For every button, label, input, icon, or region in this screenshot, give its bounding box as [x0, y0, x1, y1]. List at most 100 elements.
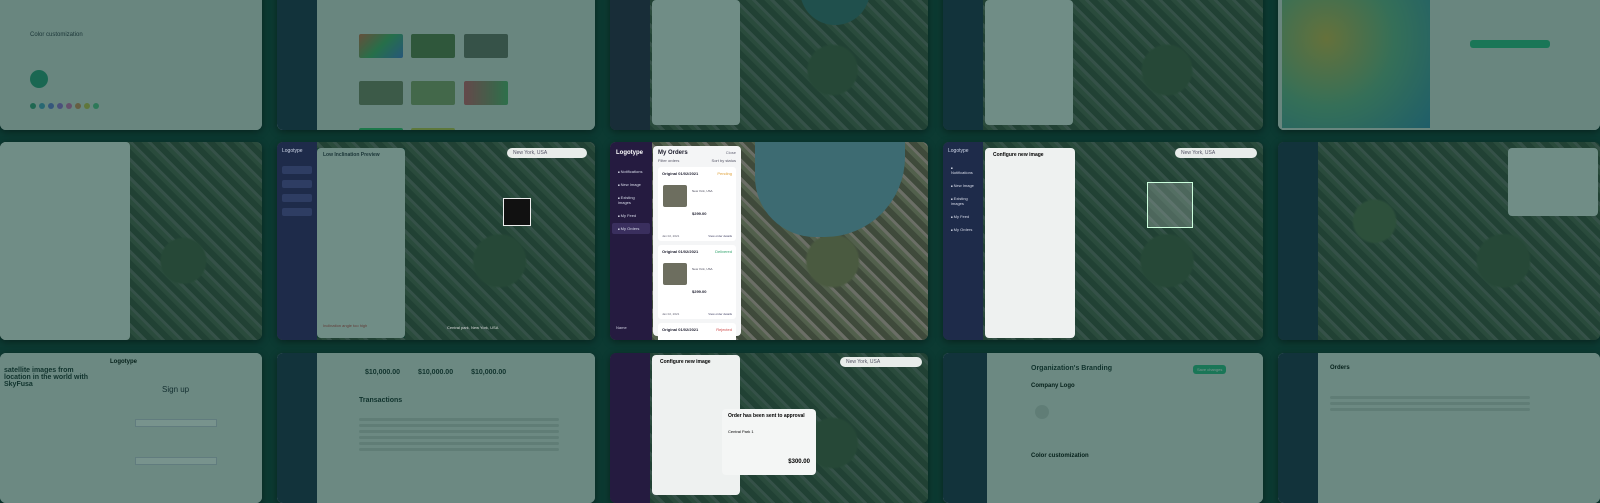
sidebar [610, 353, 650, 503]
search-input[interactable]: New York, USA [507, 148, 587, 158]
tile-signup: satellite images from location in the wo… [0, 353, 262, 503]
panel-title: Configure new image [660, 359, 711, 365]
color-customization-label: Color customization [1031, 453, 1089, 459]
transactions-table [359, 415, 559, 454]
order-card[interactable]: Original 01/02/2021 Delivered New York, US… [658, 245, 736, 319]
color-customization-label: Color customization [30, 32, 83, 38]
sort-by-status[interactable]: Sort by status [712, 158, 736, 163]
panel-title: Configure new image [993, 152, 1044, 158]
sidebar-item-my-orders[interactable]: ■ My Orders [612, 223, 650, 234]
selection-box[interactable] [503, 198, 531, 226]
search-input[interactable]: New York, USA [1175, 148, 1257, 158]
thumb[interactable] [359, 128, 403, 130]
sidebar [1278, 142, 1318, 340]
order-location: New York, USA [692, 267, 713, 271]
order-title: Original 01/02/2021 [662, 249, 699, 254]
order-date: Jan 02, 2021 [662, 234, 680, 238]
close-button[interactable]: Close [726, 150, 736, 156]
sidebar-item-label: My Orders [953, 227, 973, 232]
hero-text: satellite images from location in the wo… [4, 367, 88, 388]
view-order-details[interactable]: View order details [708, 234, 732, 238]
sidebar-item-new-image[interactable]: ■ New Image [612, 179, 650, 190]
tile-orders-list: Orders [1278, 353, 1600, 503]
color-swatch[interactable] [75, 103, 81, 109]
sidebar-item-notifications[interactable]: ■ Notifications [612, 166, 650, 177]
sidebar-item-new-image[interactable]: ■ New Image [945, 180, 981, 191]
order-thumbnail [663, 263, 687, 285]
email-field[interactable] [135, 419, 217, 427]
sidebar-item-existing-images[interactable]: ■ Existing images [945, 193, 981, 209]
save-bar[interactable] [1470, 40, 1550, 48]
save-changes-button[interactable]: Save changes [1193, 365, 1227, 374]
status-badge: Rejected [716, 327, 732, 332]
filter-orders[interactable]: Filter orders [658, 158, 679, 163]
thumb[interactable] [411, 34, 456, 58]
amount-card: $10,000.00 [365, 369, 401, 376]
tile-branding: Organization's Branding Save changes Com… [943, 353, 1263, 503]
tile-low-inclination: Logotype Low Inclination Preview Inclina… [277, 142, 595, 340]
order-price: $299.00 [692, 289, 707, 294]
color-swatch[interactable] [66, 103, 72, 109]
color-swatch[interactable] [93, 103, 99, 109]
sidebar-item-my-feed[interactable]: ■ My Feed [612, 210, 650, 221]
sidebar: Logotype ■ Notifications ■ New Image ■ Exi… [943, 142, 983, 340]
sidebar [610, 0, 650, 130]
view-order-details[interactable]: View order details [708, 312, 732, 316]
company-logo-label: Company Logo [1031, 383, 1075, 389]
config-panel [985, 0, 1073, 125]
order-thumbnail [663, 185, 687, 207]
config-panel: Configure new image [985, 148, 1075, 338]
tile-top-left: Color customization [0, 0, 262, 130]
logo-placeholder[interactable] [1035, 405, 1049, 419]
sidebar-item-my-feed[interactable]: ■ My Feed [945, 211, 981, 222]
logo-preview [30, 70, 48, 88]
thumb[interactable] [463, 81, 508, 105]
thumb[interactable] [359, 81, 403, 105]
status-badge: Pending [717, 171, 732, 176]
heatmap [1282, 0, 1430, 128]
sidebar-item-label: My Feed [620, 213, 637, 218]
sidebar-item-label: Notifications [620, 169, 643, 174]
sidebar [943, 0, 983, 130]
color-swatch[interactable] [48, 103, 54, 109]
sidebar-item-label: New Image [620, 182, 641, 187]
sidebar-item-label: Existing images [618, 195, 635, 205]
thumb[interactable] [411, 81, 456, 105]
order-card[interactable]: Original 01/02/2021RejectedNew York, USA… [658, 323, 736, 340]
selection-box[interactable] [1147, 182, 1193, 228]
sidebar-item-existing-images[interactable]: ■ Existing images [612, 192, 650, 208]
sidebar-item-label: My Orders [620, 226, 640, 231]
thumb[interactable] [463, 34, 508, 58]
branding-title: Organization's Branding [1031, 365, 1113, 372]
password-field[interactable] [135, 457, 217, 465]
color-swatch[interactable] [30, 103, 36, 109]
tile-configure: Logotype ■ Notifications ■ New Image ■ Exi… [943, 142, 1263, 340]
order-location: New York, USA [692, 189, 713, 193]
filters-panel [0, 142, 130, 340]
signup-title: Sign up [162, 385, 190, 394]
modal-title: Order has been sent to approval [728, 413, 805, 419]
color-swatch[interactable] [84, 103, 90, 109]
color-swatch[interactable] [57, 103, 63, 109]
search-input[interactable]: New York, USA [840, 357, 922, 367]
color-swatch[interactable] [39, 103, 45, 109]
thumb[interactable] [411, 128, 456, 130]
tile-mid-far-right [1278, 142, 1600, 340]
thumb[interactable] [359, 34, 403, 58]
modal-item: Central Park 1 [728, 429, 754, 434]
tile-top-4 [943, 0, 1263, 130]
order-card[interactable]: Original 01/02/2021 Pending New York, USA $… [658, 167, 736, 241]
sidebar-item-notifications[interactable]: ■ Notifications [945, 162, 981, 178]
tile-top-3 [610, 0, 928, 130]
sidebar-item-my-orders[interactable]: ■ My Orders [945, 224, 981, 235]
sidebar: Logotype [277, 142, 317, 340]
sidebar: Logotype ■ Notifications ■ New Image ■ Exi… [610, 142, 652, 340]
user-name: Name [616, 325, 627, 330]
amount-card: $10,000.00 [418, 369, 454, 376]
app-name: Logotype [948, 148, 969, 154]
warning: Inclination angle too high [323, 323, 368, 328]
sidebar [943, 353, 987, 503]
sidebar-item-label: Existing images [951, 196, 968, 206]
order-price: $299.00 [692, 211, 707, 216]
sidebar-item-label: New Image [953, 183, 974, 188]
